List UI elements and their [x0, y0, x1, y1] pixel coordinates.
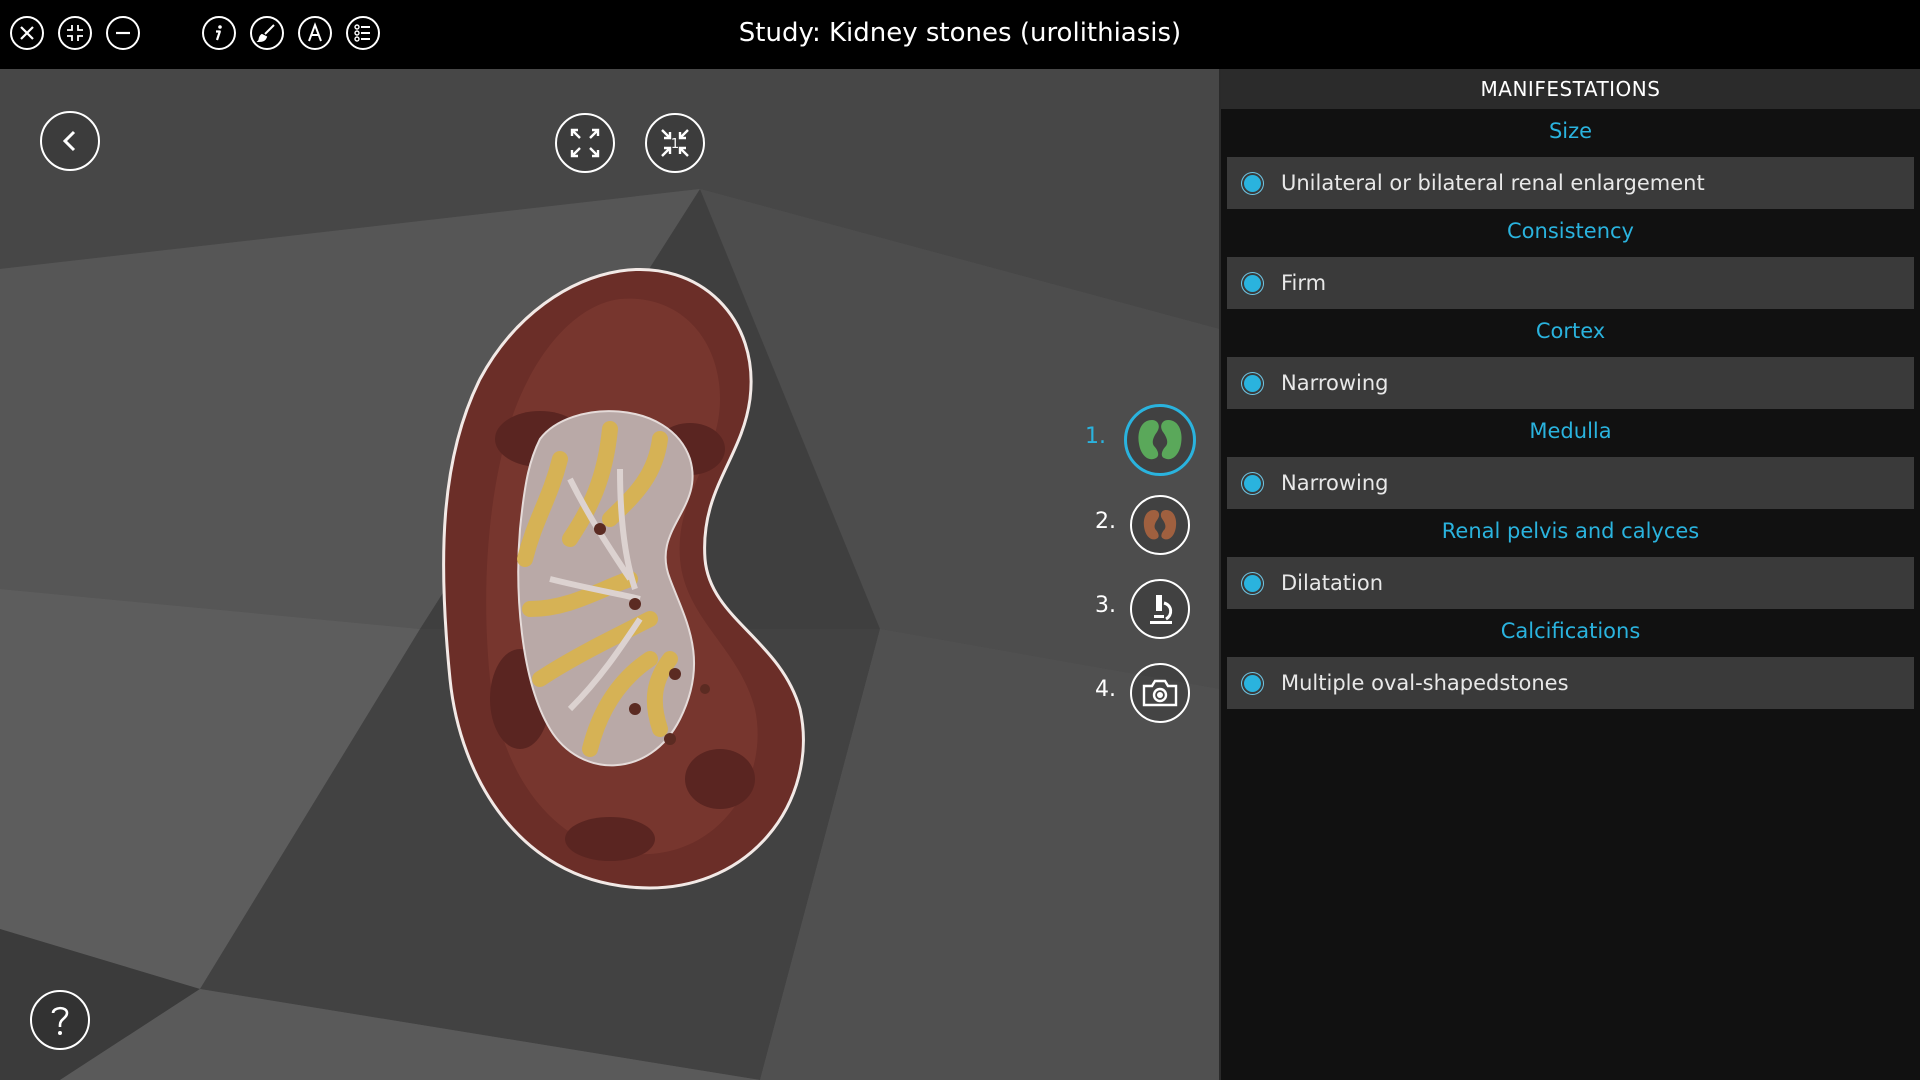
bullet-icon [1244, 674, 1261, 692]
expand-button[interactable] [555, 113, 615, 173]
bullet-icon [1244, 374, 1261, 392]
focus-icon: 1 [661, 129, 689, 157]
step-number: 4. [1095, 677, 1116, 702]
manifestation-text: Narrowing [1281, 471, 1389, 495]
expand-icon [570, 128, 600, 158]
manifestation-text: Unilateral or bilateral renal enlargemen… [1281, 171, 1705, 195]
close-icon [20, 26, 34, 40]
brush-icon [256, 24, 275, 43]
help-button[interactable] [30, 990, 90, 1050]
list-button[interactable] [346, 16, 380, 50]
3d-viewport[interactable]: 1 1. 2. 3. 4. [0, 69, 1219, 1080]
bullet-icon [1244, 174, 1261, 192]
collapse-icon [67, 25, 83, 41]
info-icon [215, 25, 222, 41]
manifestation-item[interactable]: Multiple oval-shapedstones [1227, 657, 1914, 709]
brush-button[interactable] [250, 16, 284, 50]
manifestation-item[interactable]: Firm [1227, 257, 1914, 309]
panel-title: MANIFESTATIONS [1221, 69, 1920, 109]
step-2-kidney-button[interactable] [1130, 495, 1190, 555]
section-heading: Medulla [1529, 419, 1612, 443]
step-number: 2. [1095, 509, 1116, 534]
section-heading: Consistency [1507, 219, 1634, 243]
step-number: 3. [1095, 593, 1116, 618]
focus-badge: 1 [671, 137, 679, 152]
annotation-icon [308, 22, 322, 42]
step-1-kidney-button[interactable] [1124, 404, 1196, 476]
manifestations-panel: MANIFESTATIONS Size Unilateral or bilate… [1219, 69, 1920, 1080]
section-heading: Size [1548, 119, 1593, 143]
bullet-icon [1244, 274, 1261, 292]
manifestation-item[interactable]: Narrowing [1227, 357, 1914, 409]
top-toolbar: Study: Kidney stones (urolithiasis) [0, 0, 1920, 69]
section-heading: Cortex [1535, 319, 1606, 343]
manifestation-text: Multiple oval-shapedstones [1281, 671, 1569, 695]
back-icon [62, 130, 76, 152]
window-title: Study: Kidney stones (urolithiasis) [738, 18, 1182, 48]
step-3-microscope-button[interactable] [1130, 579, 1190, 639]
focus-button[interactable]: 1 [645, 113, 705, 173]
kidney-icon [1143, 510, 1177, 540]
manifestation-item[interactable]: Narrowing [1227, 457, 1914, 509]
manifestation-text: Firm [1281, 271, 1327, 295]
step-number: 1. [1085, 424, 1106, 449]
step-4-camera-button[interactable] [1130, 663, 1190, 723]
bullet-icon [1244, 574, 1261, 592]
microscope-icon [1150, 595, 1173, 624]
back-button[interactable] [40, 111, 100, 171]
info-button[interactable] [202, 16, 236, 50]
manifestation-item[interactable]: Unilateral or bilateral renal enlargemen… [1227, 157, 1914, 209]
manifestation-item[interactable]: Dilatation [1227, 557, 1914, 609]
close-button[interactable] [10, 16, 44, 50]
bullet-icon [1244, 474, 1261, 492]
collapse-button[interactable] [58, 16, 92, 50]
camera-icon [1142, 679, 1178, 707]
section-heading: Calcifications [1500, 619, 1641, 643]
list-icon [354, 24, 370, 42]
kidney-model[interactable] [420, 259, 840, 899]
section-heading: Renal pelvis and calyces [1441, 519, 1700, 543]
annotation-button[interactable] [298, 16, 332, 50]
kidney-icon [1138, 420, 1182, 460]
manifestation-text: Narrowing [1281, 371, 1389, 395]
help-icon [51, 1006, 69, 1035]
minus-icon [116, 31, 130, 35]
minimize-button[interactable] [106, 16, 140, 50]
manifestation-text: Dilatation [1281, 571, 1384, 595]
